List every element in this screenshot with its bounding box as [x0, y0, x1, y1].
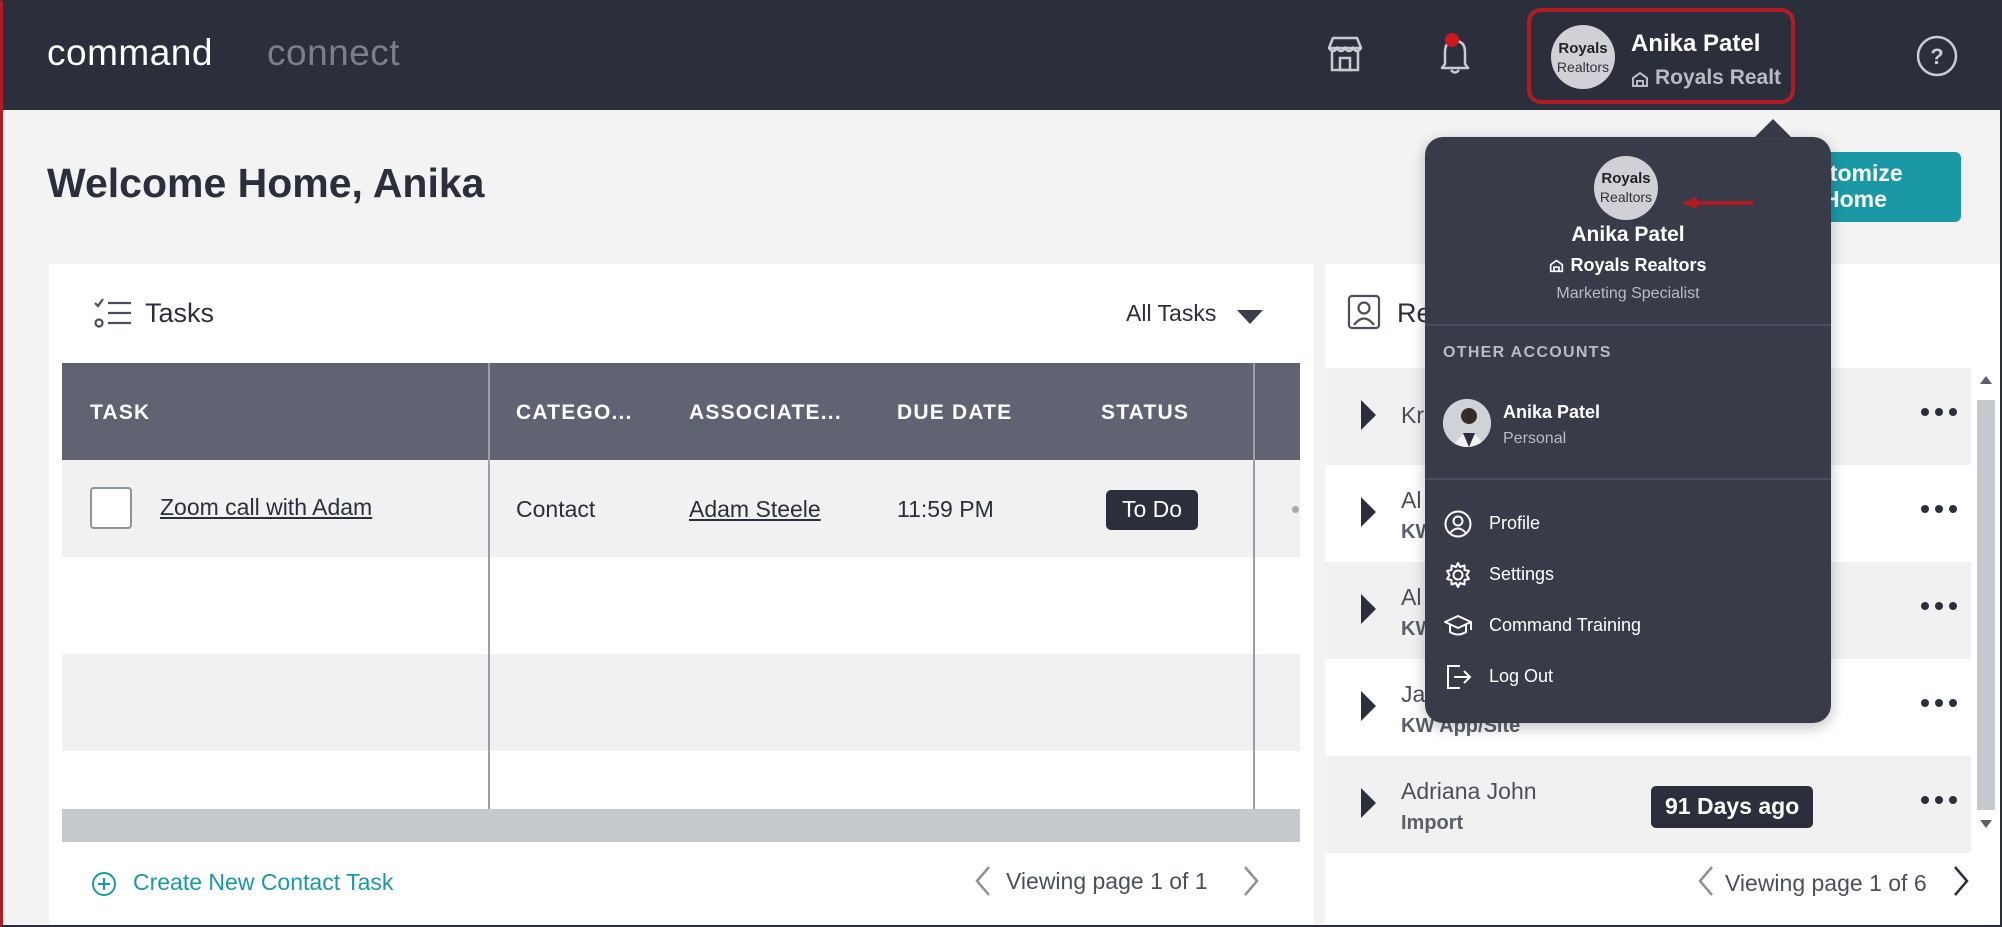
- menu-item-log-out[interactable]: Log Out: [1489, 666, 1553, 687]
- page-title: Welcome Home, Anika: [47, 160, 485, 206]
- column-divider: [488, 363, 490, 809]
- column-header-associate[interactable]: ASSOCIATE...: [689, 401, 842, 425]
- tasks-title: Tasks: [145, 298, 215, 328]
- account-avatar-logo: Royals Realtors: [1551, 25, 1615, 89]
- help-icon[interactable]: ?: [1915, 34, 1959, 78]
- more-options-icon[interactable]: [1919, 794, 1959, 806]
- logo-line-2: Realtors: [1556, 59, 1610, 75]
- account-name: Anika Patel: [1631, 30, 1761, 57]
- account-dropdown: Royals Realtors Anika Patel Royals Realt…: [1425, 137, 1831, 723]
- task-due-date: 11:59 PM: [897, 496, 994, 522]
- chevron-left-icon[interactable]: [1695, 864, 1717, 898]
- table-row: [62, 751, 1300, 809]
- other-account-name[interactable]: Anika Patel: [1503, 402, 1600, 423]
- chevron-right-icon[interactable]: [1950, 864, 1972, 898]
- dropdown-user-name: Anika Patel: [1571, 223, 1685, 246]
- more-options-icon[interactable]: [1919, 406, 1959, 418]
- chevron-left-icon[interactable]: [972, 864, 994, 898]
- caret-right-icon[interactable]: [1361, 400, 1376, 430]
- caret-right-icon[interactable]: [1361, 788, 1376, 818]
- svg-text:?: ?: [1930, 44, 1943, 69]
- lead-name[interactable]: Al: [1401, 584, 1421, 611]
- row-menu-dot[interactable]: [1292, 506, 1299, 513]
- plus-circle-icon[interactable]: [91, 871, 117, 897]
- brand-command-link[interactable]: command: [47, 32, 213, 74]
- leads-pager: Viewing page 1 of 6: [1725, 870, 1927, 896]
- days-ago-badge: 91 Days ago: [1651, 786, 1814, 828]
- lead-name[interactable]: Ja: [1401, 681, 1425, 708]
- chevron-right-icon[interactable]: [1240, 864, 1262, 898]
- task-list-icon: [94, 298, 131, 328]
- top-bar: command connect Royals Realtors Anika Pa…: [3, 2, 2000, 110]
- task-associate-link[interactable]: Adam Steele: [689, 496, 821, 523]
- contact-card-icon: [1347, 294, 1381, 330]
- divider: [1425, 324, 1831, 326]
- column-divider: [1253, 363, 1255, 809]
- dropdown-role: Marketing Specialist: [1556, 285, 1700, 302]
- logo-line-1: Royals: [1558, 40, 1608, 57]
- table-row: [62, 654, 1300, 751]
- other-account-avatar[interactable]: [1443, 399, 1491, 447]
- graduation-cap-icon: [1444, 615, 1472, 636]
- arrow-left-icon: [1681, 197, 1753, 209]
- logout-icon: [1447, 665, 1472, 689]
- lead-name[interactable]: Adriana John: [1401, 778, 1537, 805]
- account-menu-button[interactable]: Royals Realtors Anika Patel Royals Realt: [1527, 8, 1795, 104]
- column-header-category[interactable]: CATEGO...: [516, 401, 633, 425]
- dropdown-org: Royals Realtors: [1425, 255, 1831, 276]
- office-icon: [1632, 71, 1648, 87]
- store-icon[interactable]: [1321, 30, 1369, 78]
- more-options-icon[interactable]: [1919, 697, 1959, 709]
- notification-dot: [1445, 33, 1459, 47]
- scroll-up-arrow-icon[interactable]: [1980, 376, 1992, 384]
- horizontal-scrollbar[interactable]: [62, 809, 1300, 842]
- caret-down-icon[interactable]: [1237, 310, 1263, 324]
- menu-item-profile[interactable]: Profile: [1489, 513, 1540, 534]
- dropdown-org-label: Royals Realtors: [1570, 255, 1707, 275]
- list-item[interactable]: Adriana John Import 91 Days ago: [1325, 756, 1971, 853]
- task-link[interactable]: Zoom call with Adam: [160, 494, 372, 521]
- caret-right-icon[interactable]: [1361, 497, 1376, 527]
- tasks-filter-dropdown[interactable]: All Tasks: [1126, 300, 1216, 327]
- scrollbar-thumb[interactable]: [1977, 400, 1995, 810]
- caret-right-icon[interactable]: [1361, 691, 1376, 721]
- account-org: Royals Realt: [1655, 66, 1782, 89]
- create-contact-task-link[interactable]: Create New Contact Task: [133, 869, 393, 896]
- tasks-table-header: TASK CATEGO... ASSOCIATE... DUE DATE STA…: [62, 363, 1300, 460]
- lead-source: Import: [1401, 812, 1464, 834]
- more-options-icon[interactable]: [1919, 503, 1959, 515]
- divider: [1425, 478, 1831, 480]
- column-header-task[interactable]: TASK: [90, 401, 150, 425]
- dropdown-avatar-logo: Royals Realtors: [1594, 156, 1658, 220]
- menu-item-settings[interactable]: Settings: [1489, 564, 1554, 585]
- column-header-status[interactable]: STATUS: [1101, 401, 1189, 425]
- other-accounts-heading: OTHER ACCOUNTS: [1443, 344, 1612, 361]
- app-window: command connect Royals Realtors Anika Pa…: [0, 0, 2002, 927]
- brand-connect-link[interactable]: connect: [267, 32, 400, 74]
- logo-line-2: Realtors: [1599, 189, 1653, 205]
- status-badge[interactable]: To Do: [1106, 490, 1199, 530]
- lead-name[interactable]: Kr: [1401, 402, 1424, 429]
- task-checkbox[interactable]: [90, 487, 132, 529]
- task-category: Contact: [516, 496, 596, 522]
- table-row: [62, 557, 1300, 654]
- other-account-type: Personal: [1503, 430, 1567, 447]
- tasks-card: Tasks All Tasks TASK CATEGO... ASSOCIATE…: [49, 264, 1314, 924]
- table-row: Zoom call with Adam Contact Adam Steele …: [62, 460, 1300, 557]
- dropdown-arrow: [1753, 119, 1793, 139]
- user-circle-icon: [1444, 510, 1472, 538]
- gear-icon: [1446, 562, 1470, 588]
- office-icon: [1550, 259, 1564, 273]
- tasks-pager: Viewing page 1 of 1: [1006, 868, 1208, 894]
- caret-right-icon[interactable]: [1361, 594, 1376, 624]
- logo-line-1: Royals: [1601, 170, 1651, 187]
- vertical-scrollbar[interactable]: [1975, 368, 1997, 838]
- lead-name[interactable]: Al: [1401, 487, 1421, 514]
- person-photo-icon: [1443, 399, 1491, 447]
- scroll-down-arrow-icon[interactable]: [1980, 820, 1992, 828]
- more-options-icon[interactable]: [1919, 600, 1959, 612]
- menu-item-command-training[interactable]: Command Training: [1489, 615, 1641, 636]
- column-header-due-date[interactable]: DUE DATE: [897, 401, 1012, 425]
